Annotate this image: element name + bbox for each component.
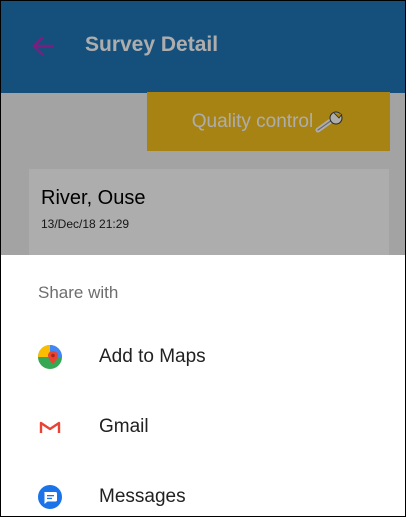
messages-icon <box>38 485 62 509</box>
screen: Survey Detail Quality control River, Ous… <box>0 0 406 517</box>
share-sheet: Share with Add to Maps Gmail Messages <box>1 255 405 516</box>
share-item-add-to-maps[interactable]: Add to Maps <box>1 329 405 385</box>
gmail-icon <box>39 421 61 434</box>
share-item-label: Add to Maps <box>99 346 206 367</box>
share-item-label: Gmail <box>99 416 149 437</box>
share-sheet-title: Share with <box>38 283 119 302</box>
share-item-gmail[interactable]: Gmail <box>1 399 405 455</box>
google-maps-icon <box>38 345 62 369</box>
share-item-messages[interactable]: Messages <box>1 469 405 516</box>
share-item-label: Messages <box>99 486 186 507</box>
